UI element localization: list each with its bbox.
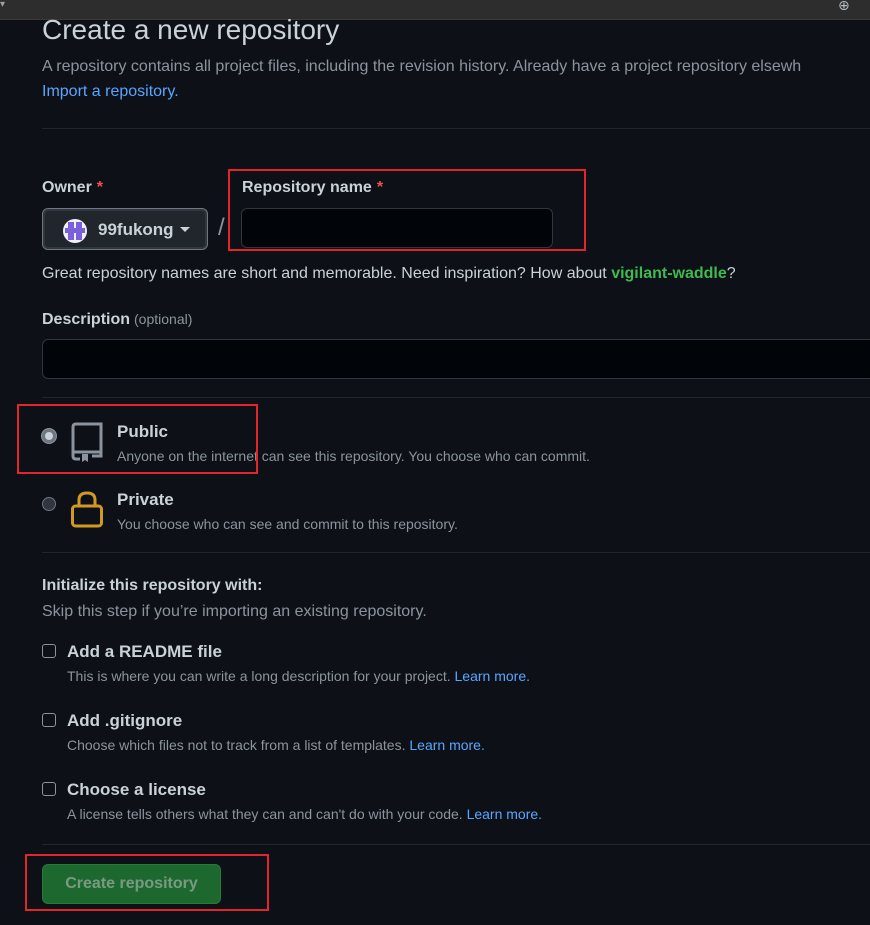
- license-option-description: A license tells others what they can and…: [67, 806, 543, 822]
- divider: [42, 397, 870, 398]
- required-mark: *: [376, 179, 384, 196]
- new-tab-icon[interactable]: ⊕: [838, 0, 850, 14]
- lock-icon: [71, 491, 103, 528]
- caret-down-icon: [180, 227, 190, 232]
- public-radio[interactable]: [42, 429, 56, 443]
- learn-more-link[interactable]: Learn more.: [455, 668, 530, 684]
- private-option-description: You choose who can see and commit to thi…: [117, 516, 458, 532]
- create-repository-button[interactable]: Create repository: [42, 864, 221, 904]
- public-option-description: Anyone on the internet can see this repo…: [117, 448, 590, 464]
- readme-option-description: This is where you can write a long descr…: [67, 668, 530, 684]
- divider: [42, 552, 870, 553]
- name-suggestion-link[interactable]: vigilant-waddle: [611, 265, 727, 282]
- repo-icon: [71, 422, 103, 462]
- license-checkbox[interactable]: [42, 782, 56, 796]
- import-repository-link[interactable]: Import a repository.: [42, 83, 179, 101]
- readme-checkbox[interactable]: [42, 644, 56, 658]
- learn-more-link[interactable]: Learn more.: [467, 806, 542, 822]
- owner-name: 99fukong: [98, 220, 174, 239]
- private-option-title: Private: [117, 490, 174, 509]
- owner-repo-separator: /: [218, 214, 225, 241]
- initialize-title: Initialize this repository with:: [42, 577, 263, 594]
- divider: [42, 128, 870, 129]
- page-title: Create a new repository: [42, 14, 340, 45]
- description-input[interactable]: [42, 339, 870, 379]
- private-radio[interactable]: [42, 497, 56, 511]
- required-mark: *: [96, 179, 104, 196]
- gitignore-option-title: Add .gitignore: [67, 711, 183, 730]
- owner-dropdown[interactable]: 99fukong: [42, 208, 208, 250]
- repository-name-label: Repository name *: [242, 179, 384, 196]
- learn-more-link[interactable]: Learn more.: [409, 737, 484, 753]
- divider: [42, 844, 870, 845]
- gitignore-checkbox[interactable]: [42, 713, 56, 727]
- page-subtitle: A repository contains all project files,…: [42, 58, 802, 75]
- public-option-title: Public: [117, 422, 169, 441]
- avatar: [63, 219, 87, 243]
- gitignore-option-description: Choose which files not to track from a l…: [67, 737, 485, 753]
- license-option-title: Choose a license: [67, 780, 206, 799]
- readme-option-title: Add a README file: [67, 642, 222, 661]
- initialize-subtitle: Skip this step if you’re importing an ex…: [42, 603, 427, 620]
- repository-name-input[interactable]: [241, 208, 553, 248]
- description-label: Description (optional): [42, 311, 193, 328]
- owner-label: Owner *: [42, 179, 104, 196]
- name-hint: Great repository names are short and mem…: [42, 265, 736, 282]
- optional-tag: (optional): [134, 311, 193, 327]
- chevron-down-icon[interactable]: ▾: [0, 0, 5, 10]
